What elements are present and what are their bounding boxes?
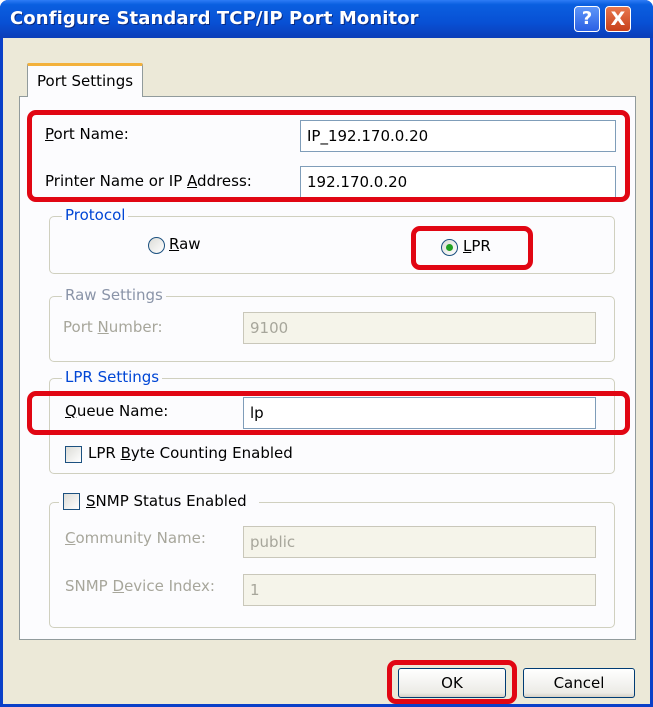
protocol-legend: Protocol bbox=[62, 206, 129, 224]
byte-counting-label[interactable]: LPR Byte Counting Enabled bbox=[88, 444, 293, 462]
protocol-group: Protocol bbox=[49, 206, 615, 274]
dialog-window: Configure Standard TCP/IP Port Monitor ?… bbox=[0, 0, 653, 707]
queue-name-label: Queue Name: bbox=[65, 402, 169, 420]
cancel-button[interactable]: Cancel bbox=[523, 668, 635, 698]
port-name-label: Port Name: bbox=[45, 125, 129, 143]
snmp-status-checkbox[interactable] bbox=[63, 493, 80, 510]
close-button[interactable]: X bbox=[605, 6, 631, 32]
lpr-settings-legend: LPR Settings bbox=[62, 368, 163, 386]
device-index-label: SNMP Device Index: bbox=[65, 577, 215, 595]
raw-label[interactable]: Raw bbox=[169, 235, 201, 253]
tab-label: Port Settings bbox=[37, 72, 134, 90]
raw-settings-legend: Raw Settings bbox=[62, 286, 166, 304]
snmp-legend-area: SNMP Status Enabled bbox=[59, 491, 259, 513]
snmp-status-label[interactable]: SNMP Status Enabled bbox=[86, 492, 247, 510]
ok-button[interactable]: OK bbox=[398, 668, 506, 698]
printer-address-input[interactable]: 192.170.0.20 bbox=[300, 166, 616, 198]
snmp-group bbox=[49, 502, 615, 628]
help-button[interactable]: ? bbox=[574, 6, 600, 32]
community-name-input[interactable]: public bbox=[243, 526, 596, 558]
port-number-input[interactable]: 9100 bbox=[243, 312, 596, 344]
window-title: Configure Standard TCP/IP Port Monitor bbox=[10, 8, 419, 29]
lpr-label[interactable]: LPR bbox=[463, 237, 491, 255]
port-name-input[interactable]: IP_192.170.0.20 bbox=[300, 120, 616, 152]
lpr-radio[interactable] bbox=[441, 239, 458, 256]
title-bar[interactable]: Configure Standard TCP/IP Port Monitor ?… bbox=[0, 0, 653, 38]
raw-radio[interactable] bbox=[148, 237, 165, 254]
tab-port-settings[interactable]: Port Settings bbox=[27, 63, 143, 97]
community-name-label: Community Name: bbox=[65, 529, 206, 547]
byte-counting-checkbox[interactable] bbox=[65, 446, 82, 463]
queue-name-input[interactable]: lp bbox=[243, 397, 596, 429]
printer-address-label: Printer Name or IP Address: bbox=[45, 172, 252, 190]
port-number-label: Port Number: bbox=[63, 318, 163, 336]
device-index-input[interactable]: 1 bbox=[243, 574, 596, 606]
